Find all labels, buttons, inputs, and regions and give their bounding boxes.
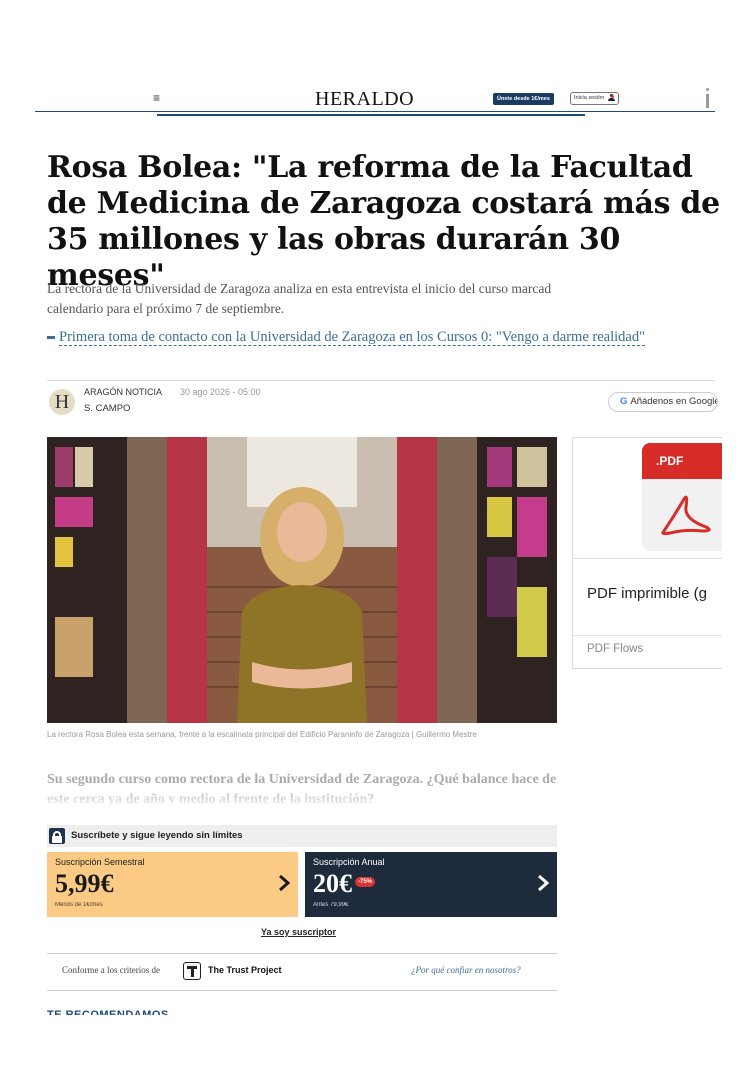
related-link-text[interactable]: Primera toma de contacto con la Universi…: [59, 329, 645, 346]
lock-icon: [49, 828, 65, 844]
hero-photo[interactable]: [47, 437, 557, 723]
paywall-fade: [47, 786, 557, 808]
plan-note: Antes 79,99€: [313, 902, 349, 908]
ad-brand: PDF Flows: [587, 643, 644, 655]
login-label: Inicia sesión: [574, 95, 605, 101]
paywall-header: Suscríbete y sigue leyendo sin límites: [47, 825, 557, 847]
ad-card[interactable]: .PDF PDF imprimible (g PDF Flows: [572, 437, 722, 669]
photo-caption: La rectora Rosa Bolea esta semana, frent…: [47, 730, 477, 739]
chevron-right-icon: [538, 874, 549, 892]
user-icon: [607, 94, 615, 102]
paywall-title: Suscríbete y sigue leyendo sin límites: [71, 830, 243, 841]
acrobat-icon: [661, 495, 711, 536]
discount-badge: -75%: [355, 877, 375, 887]
plan-price-wrap: 20€ -75%: [313, 869, 375, 899]
info-icon[interactable]: [705, 88, 710, 110]
plan-price: 5,99€: [55, 869, 114, 898]
trust-project-bar: Conforme a los criterios de The Trust Pr…: [47, 954, 557, 990]
hero-photo-illustration: [47, 437, 557, 723]
hamburger-icon[interactable]: ≡: [153, 91, 160, 105]
site-logo[interactable]: HERALDO: [315, 88, 414, 111]
trust-project-icon: [183, 962, 201, 980]
google-icon: G: [620, 396, 628, 407]
notification-dot: [610, 95, 614, 99]
article-author[interactable]: S. CAMPO: [84, 403, 130, 414]
trust-divider: [47, 990, 557, 991]
already-subscriber-link[interactable]: Ya soy suscriptor: [261, 927, 336, 937]
plan-anual[interactable]: Suscripción Anual 20€ -75% Antes 79,99€: [305, 852, 557, 917]
trust-label: Conforme a los criterios de: [62, 965, 160, 975]
header-underline: [157, 114, 585, 116]
article-headline: Rosa Bolea: "La reforma de la Facultad d…: [47, 150, 720, 293]
login-button[interactable]: Inicia sesión: [570, 92, 619, 105]
trust-project-name[interactable]: The Trust Project: [208, 965, 282, 975]
author-avatar: H: [49, 389, 75, 415]
recommend-heading: TE RECOMENDAMOS: [47, 1009, 169, 1015]
pdf-tag: .PDF: [642, 443, 722, 479]
article-subtitle: La rectora de la Universidad de Zaragoza…: [47, 279, 717, 319]
join-button[interactable]: Únete desde 1€/mes: [493, 93, 554, 105]
plan-name: Suscripción Anual: [313, 857, 385, 867]
related-bullet: [47, 336, 55, 340]
plan-semestral[interactable]: Suscripción Semestral 5,99€ Menos de 1€/…: [47, 852, 298, 917]
plan-note: Menos de 1€/mes: [55, 902, 103, 908]
meta-divider: [47, 380, 715, 381]
plan-name: Suscripción Semestral: [55, 857, 145, 867]
article-section[interactable]: ARAGÓN NOTICIA: [84, 387, 162, 397]
subtitle-line-2: calendario para el próximo 7 de septiemb…: [47, 301, 285, 316]
ad-divider: [573, 558, 722, 559]
subtitle-line-1: La rectora de la Universidad de Zaragoza…: [47, 281, 552, 296]
ad-title[interactable]: PDF imprimible (g: [587, 585, 707, 602]
add-google-button[interactable]: G Añádenos en Google: [608, 392, 718, 412]
related-article-link[interactable]: Primera toma de contacto con la Universi…: [47, 328, 715, 346]
ad-divider: [573, 635, 722, 636]
google-button-label: Añádenos en Google: [630, 396, 718, 407]
site-header: ≡ HERALDO Únete desde 1€/mes Inicia sesi…: [35, 85, 715, 112]
publish-date: 30 ago 2026 - 05:00: [180, 387, 261, 397]
why-trust-link[interactable]: ¿Por qué confiar en nosotros?: [411, 965, 521, 975]
plan-price: 20€: [313, 869, 352, 898]
chevron-right-icon: [279, 874, 290, 892]
